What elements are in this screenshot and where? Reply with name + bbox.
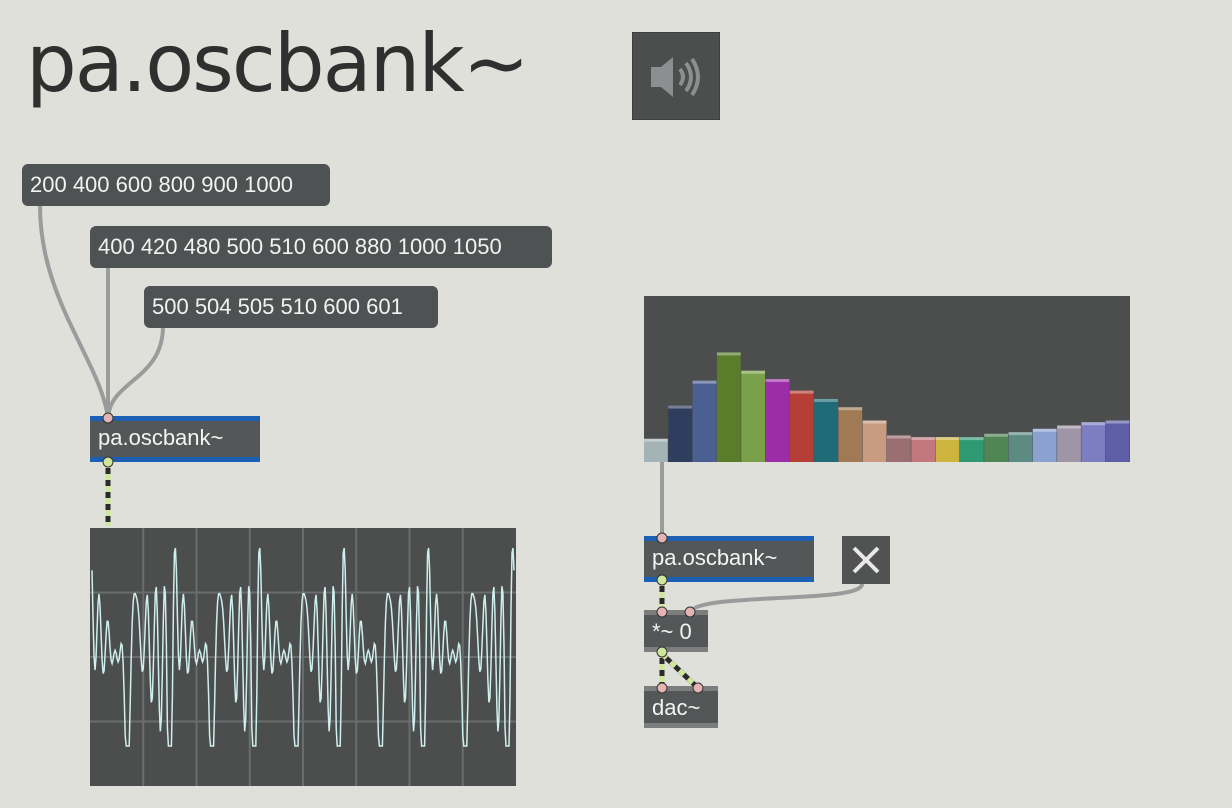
multislider-bar-cap: [789, 390, 814, 394]
toggle-button[interactable]: [842, 536, 890, 584]
multislider-bar-cap: [911, 437, 936, 441]
ezdac-speaker-button[interactable]: [632, 32, 720, 120]
multislider-bar[interactable]: [814, 398, 838, 462]
multislider-bar-cap: [692, 380, 717, 384]
multislider-bar-cap: [1105, 420, 1130, 424]
multislider-bar-cap: [838, 407, 863, 411]
multislider-bar-cap: [814, 398, 838, 402]
multislider-bar[interactable]: [959, 437, 984, 462]
message-box[interactable]: 500 504 505 510 600 601: [144, 286, 438, 328]
oscilloscope-waveform: [90, 528, 516, 786]
multiply-object[interactable]: *~ 0: [644, 610, 708, 652]
multislider-bar-cap: [1081, 422, 1106, 426]
close-icon: [852, 546, 880, 574]
multislider-bar[interactable]: [668, 405, 693, 462]
signal-cord[interactable]: [660, 652, 700, 690]
multislider-bar-cap: [1032, 428, 1057, 432]
multislider-bar[interactable]: [1105, 420, 1130, 463]
oscbank-object-right[interactable]: pa.oscbank~: [644, 536, 814, 582]
multislider-bar[interactable]: [741, 370, 765, 462]
multislider-bar[interactable]: [911, 437, 936, 462]
signal-cord[interactable]: [660, 652, 700, 690]
page-title: pa.oscbank~: [26, 17, 530, 110]
multislider-bar[interactable]: [935, 437, 960, 462]
message-box[interactable]: 400 420 480 500 510 600 880 1000 1050: [90, 226, 552, 268]
multislider-bar-cap: [862, 420, 887, 424]
multislider-bar-cap: [644, 438, 668, 442]
patch-cord[interactable]: [688, 583, 864, 614]
multislider-bar-cap: [959, 437, 984, 441]
multislider-bar-cap: [765, 379, 790, 382]
multislider[interactable]: [644, 296, 1130, 462]
multislider-bar[interactable]: [1081, 422, 1106, 462]
oscbank-object-left[interactable]: pa.oscbank~: [90, 416, 260, 462]
multislider-bar[interactable]: [838, 407, 863, 462]
multislider-bar-cap: [1008, 432, 1033, 436]
multislider-bar-cap: [935, 437, 960, 441]
multislider-bar[interactable]: [765, 379, 790, 462]
multislider-bar[interactable]: [862, 420, 887, 463]
multislider-bar[interactable]: [1032, 428, 1057, 462]
multislider-bar-cap: [741, 370, 765, 374]
multislider-bar[interactable]: [692, 380, 717, 462]
multislider-bar-cap: [1057, 425, 1081, 429]
oscilloscope-display: [90, 528, 516, 786]
multislider-bar[interactable]: [887, 435, 911, 462]
multislider-bar-cap: [716, 352, 741, 356]
multislider-bars[interactable]: [644, 296, 1130, 462]
multislider-bar[interactable]: [789, 390, 814, 462]
dac-object[interactable]: dac~: [644, 686, 718, 728]
multislider-bar[interactable]: [984, 433, 1008, 462]
multislider-bar[interactable]: [1057, 425, 1081, 462]
multislider-bar-cap: [984, 433, 1008, 437]
multislider-bar[interactable]: [1008, 432, 1033, 462]
message-box[interactable]: 200 400 600 800 900 1000: [22, 164, 330, 206]
speaker-icon: [651, 57, 700, 97]
patch-cord[interactable]: [106, 325, 165, 419]
multislider-bar[interactable]: [644, 438, 668, 462]
multislider-bar-cap: [887, 435, 911, 439]
multislider-bar-cap: [668, 405, 693, 409]
multislider-bar[interactable]: [716, 352, 741, 462]
